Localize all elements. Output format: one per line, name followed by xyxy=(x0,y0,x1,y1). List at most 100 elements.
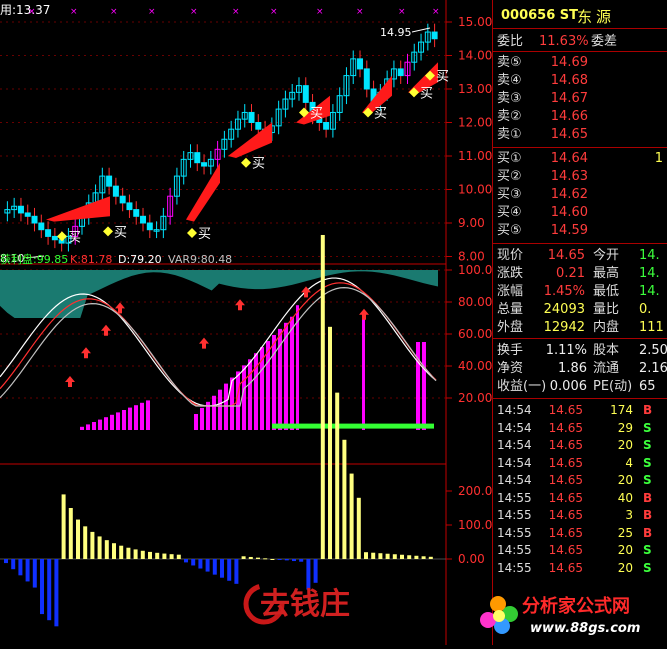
stat2-label2: PE(动) xyxy=(593,379,633,394)
stat-value2: 14. xyxy=(639,248,660,263)
trade-direction: S xyxy=(643,438,652,452)
stat2-value2: 2.16 xyxy=(639,361,667,376)
price-axis-label: 10.00 xyxy=(458,183,492,197)
trade-row: 14:55 14.65 25 B xyxy=(493,525,667,542)
trade-direction: B xyxy=(643,403,653,417)
macd-bar xyxy=(421,556,426,559)
buy-diamond xyxy=(103,226,113,237)
stat2-label: 净资 xyxy=(497,361,524,376)
trade-volume: 20 xyxy=(617,438,633,452)
stat2-value: 1.11% xyxy=(545,343,587,358)
event-marker: × xyxy=(356,7,364,17)
macd-bar xyxy=(270,559,275,560)
macd-bar xyxy=(112,543,116,559)
macd-bar xyxy=(198,559,203,569)
trade-volume: 20 xyxy=(617,543,633,557)
chart-area[interactable]: 15.00 14.00 13.00 12.00 11.00 10.00 9.00 8.00 10… xyxy=(0,0,492,645)
candle-body xyxy=(201,162,208,167)
stat-row: 涨幅 1.45% 最低 14. xyxy=(493,283,667,300)
candle-body xyxy=(133,209,140,217)
trade-direction: S xyxy=(643,473,652,487)
buy-label: 买 xyxy=(114,225,127,240)
separator xyxy=(493,51,667,52)
event-marker: × xyxy=(432,7,440,17)
stat-label2: 最高 xyxy=(593,266,620,281)
buy-price: 14.63 xyxy=(550,169,588,184)
buy-price: 14.60 xyxy=(550,205,588,220)
sell-row: 卖④ 14.68 xyxy=(493,72,667,89)
kd-histogram-bar xyxy=(140,402,144,430)
event-marker: × xyxy=(270,7,278,17)
price-axis-label: 12.00 xyxy=(458,116,492,130)
kd-histogram-bar xyxy=(212,395,216,430)
watermark-logo-right: 分析家公式网 www.88gs.com xyxy=(478,588,667,645)
macd-bar xyxy=(263,558,268,560)
trade-direction: B xyxy=(643,525,653,540)
macd-bar xyxy=(292,559,296,562)
buy-level-label: 买④ xyxy=(497,205,522,220)
stat-value: 14.65 xyxy=(547,248,585,263)
sell-price: 14.66 xyxy=(550,109,588,124)
trade-price: 14.65 xyxy=(548,543,583,557)
kline-chart[interactable]: 15.0014.0013.0012.0011.0010.009.008.0010… xyxy=(0,0,492,645)
macd-bar xyxy=(205,559,210,572)
stat-label2: 内盘 xyxy=(593,320,620,335)
stat-label2: 量比 xyxy=(593,302,620,317)
trade-volume: 3 xyxy=(625,508,633,522)
trade-price: 14.65 xyxy=(548,508,583,522)
kd-histogram-bar xyxy=(110,414,114,430)
vol-axis-label: 100.0 xyxy=(458,518,492,532)
candle-body xyxy=(106,175,113,187)
kd-axis-label: 100.0 xyxy=(458,263,492,277)
stat-value: 24093 xyxy=(543,302,585,317)
trade-volume: 40 xyxy=(617,490,633,505)
event-marker: × xyxy=(316,7,324,17)
trade-direction: S xyxy=(643,455,652,470)
buy-label: 买 xyxy=(420,86,433,101)
kd-header-item: K:81.78 xyxy=(70,253,112,266)
macd-bar xyxy=(364,552,368,559)
candle-body xyxy=(194,152,201,164)
macd-bar xyxy=(212,559,217,575)
trade-time: 14:54 xyxy=(497,455,532,470)
kd-histogram-bar xyxy=(200,407,204,430)
event-marker: × xyxy=(148,7,156,17)
stat2-value: 0.006 xyxy=(549,379,587,394)
stat-value: 12942 xyxy=(543,320,585,335)
macd-bar xyxy=(328,326,332,559)
kd-histogram-bar xyxy=(122,410,126,430)
stat2-row: 收益(一) 0.006 PE(动) 65 xyxy=(493,378,667,395)
sell-price: 14.68 xyxy=(550,73,588,88)
buy-signal-band xyxy=(186,162,220,222)
candle-body xyxy=(51,235,58,241)
buy-signal-band xyxy=(228,122,272,158)
sell-row: 卖① 14.65 xyxy=(493,126,667,143)
quote-panel: 000656 ST 东源 委比 11.63% 委差 卖⑤ 14.69 卖④ 14.68 卖③ 1… xyxy=(492,0,667,645)
candle-body xyxy=(397,68,404,77)
buy-price: 14.59 xyxy=(550,223,588,238)
buy-arrow xyxy=(235,299,245,311)
stat2-value2: 2.50 xyxy=(639,343,667,358)
stat-label2: 最低 xyxy=(593,284,620,299)
trade-volume: 20 xyxy=(617,560,633,575)
kd-axis-label: 40.00 xyxy=(458,359,492,373)
buy-price: 14.62 xyxy=(550,187,588,202)
candle-body xyxy=(119,195,126,204)
watermark-right-url: www.88gs.com xyxy=(530,621,640,636)
event-marker: × xyxy=(70,7,78,17)
candle-body xyxy=(17,205,24,214)
trade-time: 14:54 xyxy=(497,420,532,435)
macd-bar xyxy=(76,519,80,559)
webi-label2: 委差 xyxy=(591,34,618,49)
sell-label: 卖② xyxy=(497,109,522,124)
macd-bar xyxy=(61,494,66,559)
sell-row: 卖③ 14.67 xyxy=(493,90,667,107)
buy-level-label: 买⑤ xyxy=(497,223,522,238)
kd-histogram-bar xyxy=(194,414,198,430)
macd-bar xyxy=(191,559,196,566)
candle-body xyxy=(146,222,153,231)
stat-label: 总量 xyxy=(497,302,524,317)
stat-value2: 0. xyxy=(639,302,652,317)
trade-row: 14:54 14.65 20 S xyxy=(493,437,667,454)
trade-price: 14.65 xyxy=(548,420,583,435)
